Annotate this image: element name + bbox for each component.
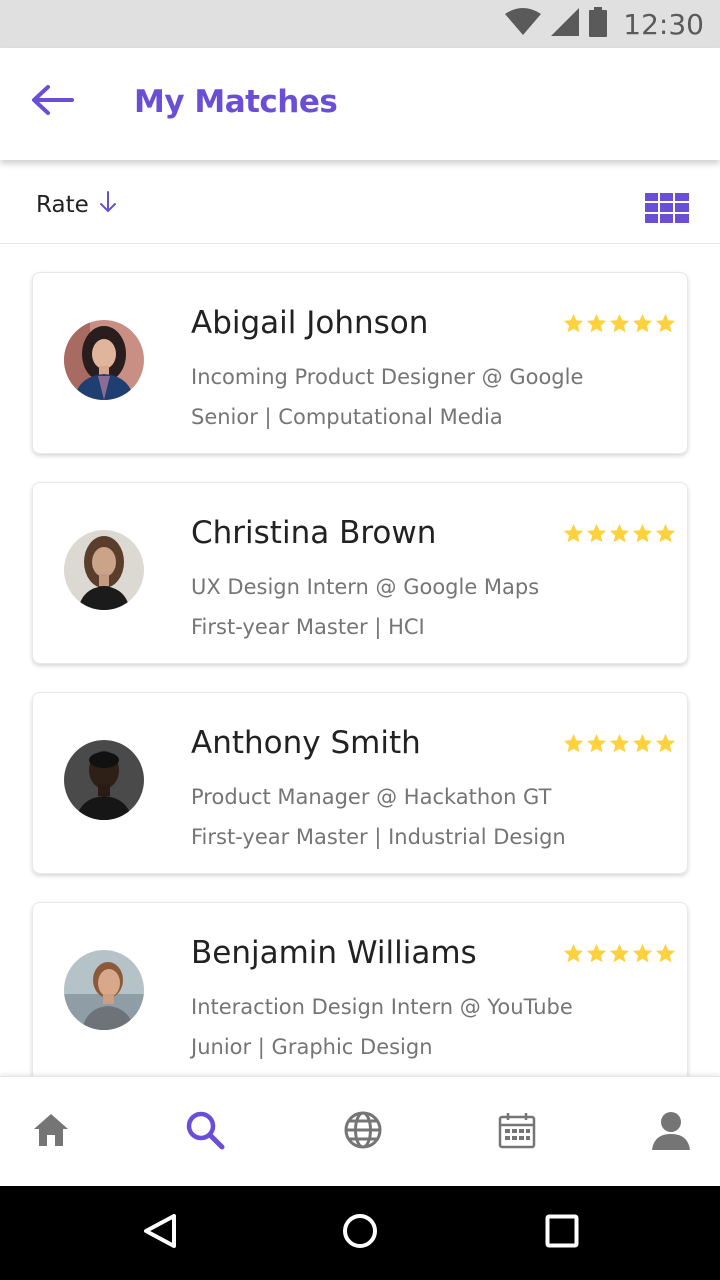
avatar xyxy=(64,530,144,610)
avatar xyxy=(64,320,144,400)
system-nav-bar xyxy=(0,1186,720,1280)
match-list[interactable]: Abigail Johnson Incoming Product Designe… xyxy=(0,244,720,1078)
star-icon xyxy=(632,313,653,333)
back-button[interactable] xyxy=(24,78,80,126)
match-role: Interaction Design Intern @ YouTube xyxy=(191,995,573,1019)
star-icon xyxy=(563,313,584,333)
grid-view-toggle[interactable] xyxy=(645,193,689,223)
star-icon xyxy=(563,523,584,543)
match-card[interactable]: Anthony Smith Product Manager @ Hackatho… xyxy=(32,692,688,874)
sort-row: Rate xyxy=(0,160,720,244)
match-education: First-year Master | HCI xyxy=(191,615,425,639)
grid-view-icon xyxy=(645,193,689,227)
system-home-button[interactable] xyxy=(335,1208,385,1258)
star-rating xyxy=(563,313,676,334)
battery-icon xyxy=(589,6,608,42)
star-icon xyxy=(609,313,630,333)
star-icon xyxy=(586,733,607,753)
star-icon xyxy=(586,313,607,333)
nav-globe[interactable] xyxy=(341,1110,385,1154)
star-rating xyxy=(563,523,676,544)
arrow-down-icon xyxy=(99,190,117,219)
home-icon xyxy=(33,1113,69,1152)
star-rating xyxy=(563,733,676,754)
match-card[interactable]: Abigail Johnson Incoming Product Designe… xyxy=(32,272,688,454)
calendar-icon xyxy=(498,1111,536,1154)
search-icon xyxy=(185,1110,225,1155)
match-education: First-year Master | Industrial Design xyxy=(191,825,566,849)
match-name: Benjamin Williams xyxy=(191,935,477,971)
app-bar: My Matches xyxy=(0,48,720,160)
star-icon xyxy=(609,943,630,963)
match-name: Anthony Smith xyxy=(191,725,421,761)
recents-square-icon xyxy=(545,1214,579,1253)
match-role: UX Design Intern @ Google Maps xyxy=(191,575,540,599)
status-icons: 12:30 xyxy=(505,6,704,42)
match-name: Abigail Johnson xyxy=(191,305,429,341)
nav-home[interactable] xyxy=(29,1110,73,1154)
star-icon xyxy=(655,733,676,753)
avatar xyxy=(64,740,144,820)
page-title: My Matches xyxy=(134,84,338,120)
wifi-icon xyxy=(505,7,542,41)
match-name: Christina Brown xyxy=(191,515,437,551)
sort-button[interactable]: Rate xyxy=(36,190,117,219)
bottom-nav xyxy=(0,1076,720,1186)
star-icon xyxy=(609,733,630,753)
match-education: Senior | Computational Media xyxy=(191,405,503,429)
match-role: Product Manager @ Hackathon GT xyxy=(191,785,552,809)
star-icon xyxy=(632,943,653,963)
nav-search[interactable] xyxy=(183,1110,227,1154)
star-icon xyxy=(655,313,676,333)
star-icon xyxy=(563,733,584,753)
star-icon xyxy=(655,523,676,543)
star-icon xyxy=(563,943,584,963)
avatar xyxy=(64,950,144,1030)
home-circle-icon xyxy=(342,1213,378,1254)
match-card[interactable]: Benjamin Williams Interaction Design Int… xyxy=(32,902,688,1078)
sort-label: Rate xyxy=(36,191,89,218)
match-card[interactable]: Christina Brown UX Design Intern @ Googl… xyxy=(32,482,688,664)
globe-icon xyxy=(343,1110,383,1155)
star-icon xyxy=(655,943,676,963)
profile-icon xyxy=(651,1110,691,1155)
signal-icon xyxy=(551,7,580,41)
star-icon xyxy=(609,523,630,543)
star-icon xyxy=(632,523,653,543)
match-role: Incoming Product Designer @ Google xyxy=(191,365,584,389)
nav-calendar[interactable] xyxy=(495,1110,539,1154)
status-bar: 12:30 xyxy=(0,0,720,48)
status-time: 12:30 xyxy=(623,7,704,41)
star-icon xyxy=(632,733,653,753)
star-icon xyxy=(586,943,607,963)
back-triangle-icon xyxy=(143,1213,177,1254)
star-icon xyxy=(586,523,607,543)
star-rating xyxy=(563,943,676,964)
system-back-button[interactable] xyxy=(135,1208,185,1258)
nav-profile[interactable] xyxy=(649,1110,693,1154)
arrow-left-icon xyxy=(30,84,74,121)
match-education: Junior | Graphic Design xyxy=(191,1035,433,1059)
system-recents-button[interactable] xyxy=(537,1208,587,1258)
